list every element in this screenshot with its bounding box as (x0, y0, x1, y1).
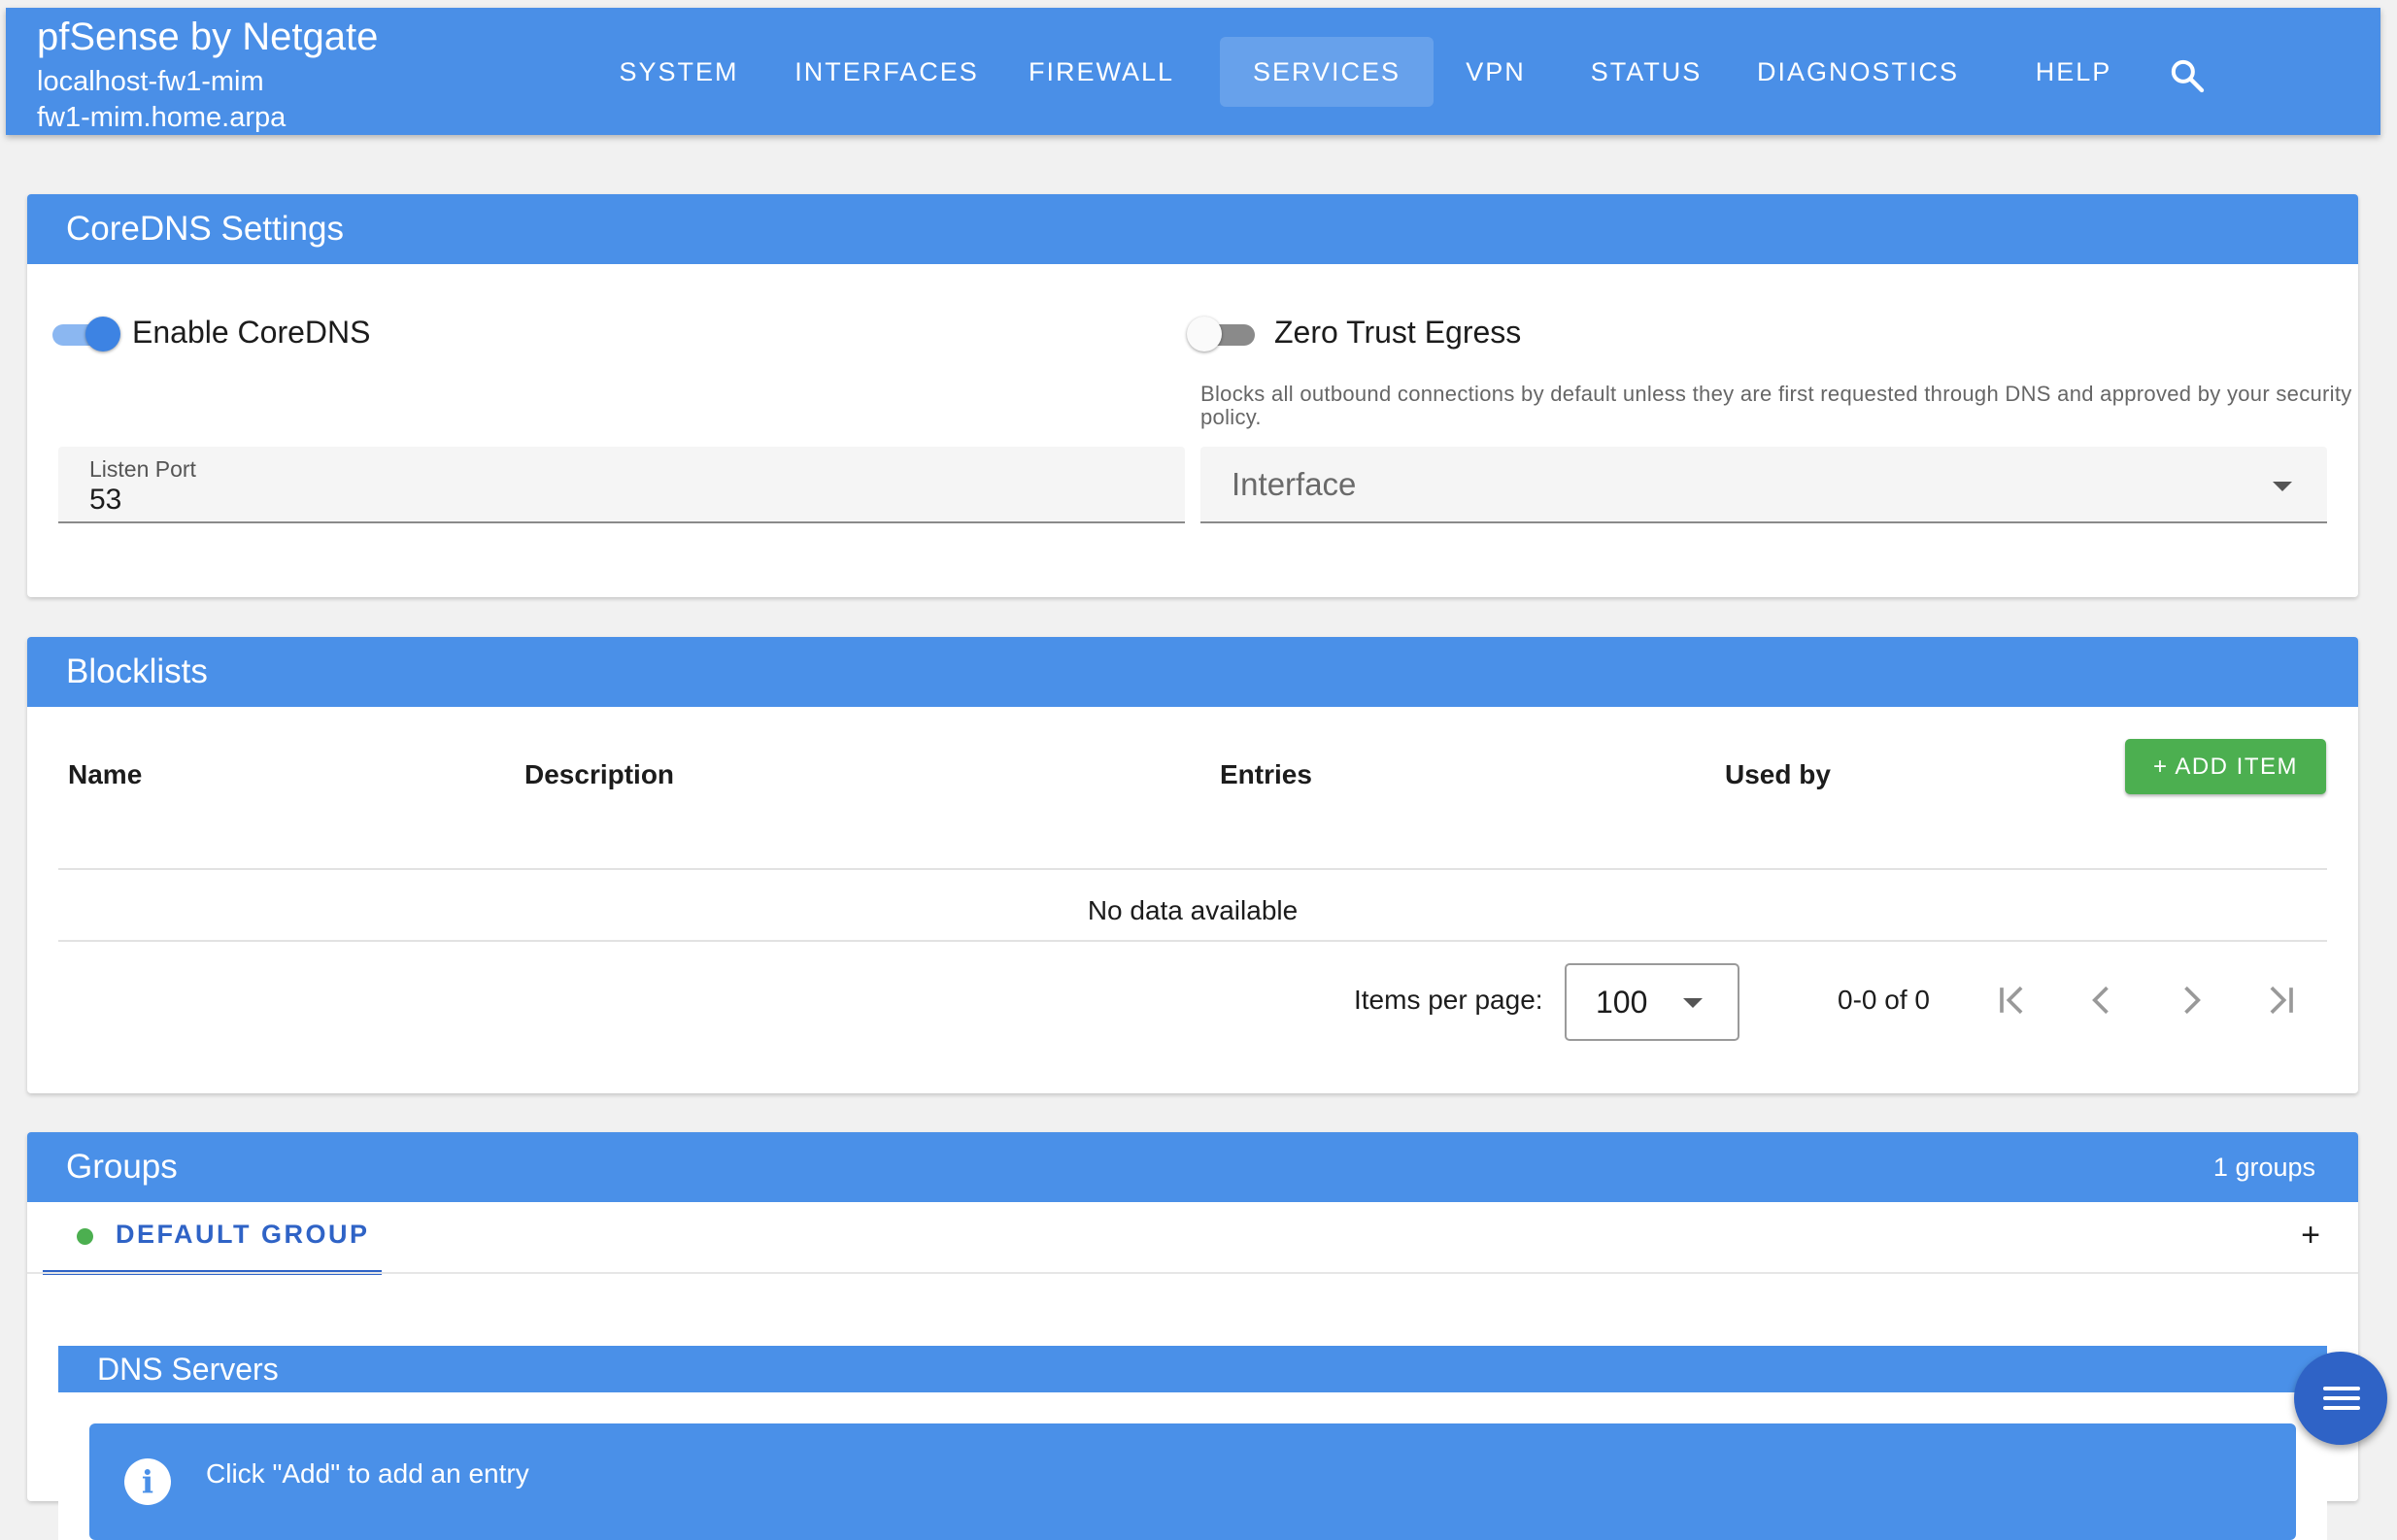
enable-coredns-toggle[interactable] (49, 317, 120, 352)
menu-fab-button[interactable] (2294, 1352, 2387, 1445)
chevron-down-icon (1683, 998, 1703, 1008)
blocklists-card: Blocklists + ADD ITEM Name Description E… (27, 637, 2358, 1093)
tabs-divider (27, 1272, 2358, 1274)
coredns-settings-title: CoreDNS Settings (27, 194, 2358, 264)
previous-page-icon[interactable] (2080, 979, 2123, 1021)
zero-trust-egress-toggle[interactable] (1187, 317, 1259, 352)
no-data-message: No data available (1087, 895, 1299, 925)
dns-servers-title: DNS Servers (58, 1346, 2327, 1392)
first-page-icon[interactable] (1991, 979, 2034, 1021)
toggle-thumb (85, 317, 120, 352)
nav-help[interactable]: HELP (2022, 37, 2125, 107)
column-header-used-by[interactable]: Used by (1725, 746, 1831, 804)
table-divider (58, 868, 2327, 870)
blocklists-title: Blocklists (27, 637, 2358, 707)
top-navbar: pfSense by Netgate localhost-fw1-mim fw1… (6, 8, 2380, 135)
menu-icon-line (2323, 1406, 2360, 1410)
info-alert-text: Click "Add" to add an entry (206, 1458, 529, 1489)
nav-firewall[interactable]: FIREWALL (1016, 37, 1187, 107)
group-tabs: DEFAULT GROUP + (27, 1202, 2358, 1276)
items-per-page-select[interactable]: 100 (1565, 963, 1739, 1041)
pagination-range: 0-0 of 0 (1838, 985, 1930, 1015)
toggle-thumb (1187, 317, 1222, 352)
status-dot-icon (77, 1228, 93, 1245)
items-per-page-value: 100 (1596, 985, 1648, 1020)
nav-diagnostics[interactable]: DIAGNOSTICS (1750, 37, 1966, 107)
items-per-page-label: Items per page: (1354, 985, 1543, 1015)
menu-icon (2323, 1387, 2360, 1390)
zero-trust-help-text: Blocks all outbound connections by defau… (1200, 382, 2352, 429)
tab-default-group[interactable]: DEFAULT GROUP (43, 1202, 382, 1275)
chevron-down-icon (2273, 482, 2292, 491)
add-group-button[interactable]: + (2293, 1219, 2328, 1255)
coredns-settings-card: CoreDNS Settings Enable CoreDNS Zero Tru… (27, 194, 2358, 597)
nav-vpn[interactable]: VPN (1449, 37, 1542, 107)
column-header-description[interactable]: Description (524, 746, 674, 804)
tab-default-group-label: DEFAULT GROUP (116, 1220, 370, 1249)
last-page-icon[interactable] (2259, 979, 2302, 1021)
nav-interfaces[interactable]: INTERFACES (783, 37, 991, 107)
interface-placeholder: Interface (1232, 466, 1357, 502)
nav-status[interactable]: STATUS (1573, 37, 1719, 107)
dns-servers-panel: DNS Servers i Click "Add" to add an entr… (58, 1346, 2327, 1540)
enable-coredns-label: Enable CoreDNS (132, 315, 371, 350)
groups-count: 1 groups (2212, 1153, 2315, 1182)
add-item-button[interactable]: + ADD ITEM (2125, 739, 2326, 794)
interface-select[interactable]: Interface (1200, 447, 2327, 523)
groups-title: Groups (66, 1148, 178, 1186)
listen-port-label: Listen Port (89, 456, 196, 482)
menu-icon-line (2323, 1396, 2360, 1400)
groups-card: Groups 1 groups DEFAULT GROUP + DNS Serv… (27, 1132, 2358, 1540)
column-header-entries[interactable]: Entries (1220, 746, 1312, 804)
next-page-icon[interactable] (2170, 979, 2212, 1021)
listen-port-value: 53 (89, 484, 122, 516)
nav-services[interactable]: SERVICES (1220, 37, 1434, 107)
nav-system[interactable]: SYSTEM (600, 37, 758, 107)
search-icon[interactable] (2168, 56, 2207, 95)
info-alert: i Click "Add" to add an entry (89, 1423, 2296, 1540)
column-header-name[interactable]: Name (68, 746, 142, 804)
zero-trust-egress-label: Zero Trust Egress (1274, 315, 1522, 350)
main-nav: SYSTEM INTERFACES FIREWALL SERVICES VPN … (6, 8, 2380, 135)
groups-header: Groups 1 groups (27, 1132, 2358, 1202)
table-divider (58, 940, 2327, 942)
listen-port-field[interactable]: Listen Port 53 (58, 447, 1185, 523)
info-icon: i (124, 1458, 171, 1505)
